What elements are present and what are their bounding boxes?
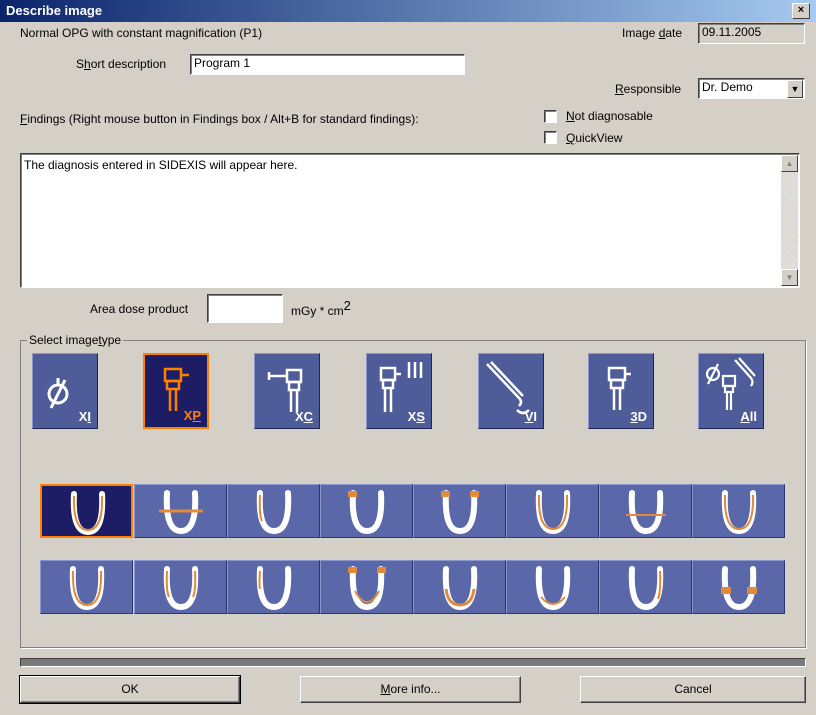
program-tile[interactable] — [506, 560, 599, 614]
program-tile[interactable] — [413, 484, 506, 538]
jaw-icon — [721, 490, 757, 535]
imagetype-vi-button[interactable]: VI — [478, 353, 544, 429]
imagetype-vi-label: VI — [524, 409, 537, 424]
imagetype-xi-button[interactable]: XI — [32, 353, 98, 429]
jaw-icon — [69, 566, 105, 611]
image-date-field[interactable]: 09.11.2005 — [698, 23, 805, 44]
program-tile[interactable] — [227, 484, 320, 538]
program-tile[interactable] — [692, 560, 785, 614]
imagetype-xi-label: XI — [78, 409, 91, 424]
jaw-icon — [442, 566, 478, 611]
program-tile[interactable] — [506, 484, 599, 538]
imagetype-xp-label: XP — [183, 408, 201, 423]
program-tile[interactable] — [227, 560, 320, 614]
ok-button[interactable]: OK — [19, 675, 241, 704]
imagetype-3d-label: 3D — [630, 409, 647, 424]
imagetype-xp-button[interactable]: XP — [143, 353, 209, 429]
title-bar: Describe image × — [0, 0, 816, 22]
jaw-icon — [348, 566, 386, 611]
program-tile[interactable] — [599, 484, 692, 538]
findings-label: Findings (Right mouse button in Findings… — [20, 112, 419, 126]
imagetype-xs-label: XS — [407, 409, 425, 424]
program-tile[interactable] — [134, 484, 227, 538]
program-tile[interactable] — [320, 560, 413, 614]
dose-unit: mGy * cm2 — [291, 298, 351, 318]
window-title: Describe image — [6, 3, 103, 18]
imagetype-xc-button[interactable]: XC — [254, 353, 320, 429]
jaw-icon — [256, 566, 292, 611]
short-description-label: Short description — [76, 57, 167, 71]
progress-bar — [20, 658, 806, 667]
imagetype-xc-label: XC — [294, 409, 313, 424]
imagetype-all-label: All — [740, 409, 757, 424]
jaw-icon — [535, 566, 571, 611]
not-diagnosable-checkbox[interactable] — [544, 110, 557, 123]
close-button[interactable]: × — [792, 3, 810, 19]
cancel-button[interactable]: Cancel — [580, 676, 806, 703]
responsible-select[interactable]: Dr. Demo ▼ — [698, 78, 805, 99]
image-title: Normal OPG with constant magnification (… — [20, 26, 263, 40]
quickview-label: QuickView — [566, 131, 623, 145]
responsible-value: Dr. Demo — [702, 80, 753, 94]
findings-textarea[interactable]: The diagnosis entered in SIDEXIS will ap… — [20, 153, 800, 288]
jaw-icon — [626, 490, 666, 535]
jaw-icon — [70, 491, 106, 536]
program-tile[interactable] — [413, 560, 506, 614]
not-diagnosable-label: Not diagnosable — [566, 109, 653, 123]
imagetype-legend: Select imagetype — [27, 333, 124, 347]
findings-scrollbar[interactable]: ▲ ▼ — [781, 155, 798, 286]
imagetype-xs-button[interactable]: XS — [366, 353, 432, 429]
jaw-icon — [348, 490, 385, 535]
scroll-up-icon[interactable]: ▲ — [781, 155, 798, 172]
jaw-icon — [441, 490, 479, 535]
program-tile[interactable] — [599, 560, 692, 614]
jaw-icon — [159, 490, 203, 535]
chevron-down-icon[interactable]: ▼ — [787, 80, 803, 98]
quickview-checkbox[interactable] — [544, 131, 557, 144]
jaw-icon — [628, 566, 664, 611]
jaw-icon — [163, 566, 199, 611]
program-tile[interactable] — [320, 484, 413, 538]
responsible-label: Responsible — [615, 82, 682, 96]
program-tile[interactable] — [40, 484, 133, 538]
dose-input[interactable] — [207, 294, 283, 323]
jaw-icon — [721, 566, 757, 611]
findings-text: The diagnosis entered in SIDEXIS will ap… — [24, 158, 298, 172]
more-info-button[interactable]: More info... — [300, 676, 521, 703]
imagetype-3d-button[interactable]: 3D — [588, 353, 654, 429]
scroll-down-icon[interactable]: ▼ — [781, 269, 798, 286]
program-tile[interactable] — [134, 560, 227, 614]
jaw-icon — [256, 490, 292, 535]
dose-label: Area dose product — [90, 302, 189, 316]
short-description-input[interactable]: Program 1 — [190, 54, 465, 75]
imagetype-all-button[interactable]: All — [698, 353, 764, 429]
program-tile[interactable] — [692, 484, 785, 538]
program-tile[interactable] — [40, 560, 133, 614]
image-date-label: Image date — [622, 26, 683, 40]
jaw-icon — [535, 490, 571, 535]
